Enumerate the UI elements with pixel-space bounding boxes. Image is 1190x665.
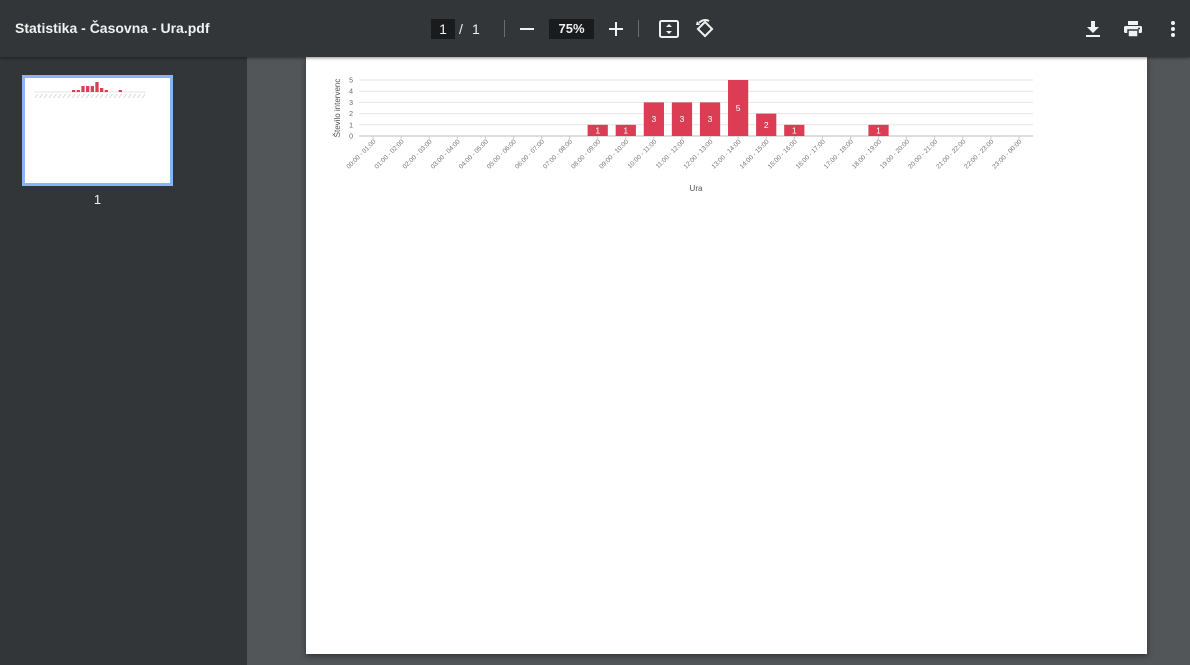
page-total: 1 (472, 21, 480, 37)
thumbnail-tick-label (99, 93, 104, 99)
thumbnail-tick-label (141, 93, 146, 99)
y-tick-label: 4 (349, 89, 353, 96)
thumbnail-tick-label (123, 93, 127, 99)
thumbnail-tick-label (71, 93, 76, 99)
thumbnail-tick-label (39, 93, 43, 99)
thumbnail-tick-label (132, 93, 137, 99)
thumbnail-tick-label (62, 93, 67, 99)
bar-value-label: 1 (623, 125, 628, 135)
toolbar-divider (504, 20, 505, 37)
toolbar-divider (638, 20, 639, 37)
bar-value-label: 3 (652, 114, 657, 124)
thumbnail-bar (100, 88, 104, 92)
fit-to-page-icon (659, 20, 679, 38)
thumbnail-tick-label (67, 93, 71, 99)
download-button[interactable] (1081, 17, 1105, 41)
bar-value-label: 1 (595, 125, 600, 135)
more-actions-button[interactable] (1161, 17, 1185, 41)
thumbnail-tick-label (53, 93, 57, 99)
bar-value-label: 2 (764, 120, 769, 130)
thumbnail-bar (81, 86, 85, 92)
pdf-page: 0 1 2 3 4 5 Število intervenc 00:00 - 01:00 01:0… (306, 57, 1147, 654)
page-separator: / (459, 21, 463, 37)
page-thumbnail[interactable] (22, 75, 173, 186)
x-axis-label: Ura (690, 184, 703, 193)
thumbnail-sidebar: 1 (0, 57, 247, 665)
thumbnail-tick-label (57, 93, 62, 99)
y-tick-label: 0 (349, 134, 353, 141)
thumbnail-tick-label (127, 93, 132, 99)
thumbnail-tick-label (48, 93, 53, 99)
minus-icon (520, 28, 534, 30)
bar-value-label: 3 (708, 114, 713, 124)
thumbnail-tick-label (90, 93, 95, 99)
bar-value-label: 1 (792, 125, 797, 135)
rotate-counterclockwise-icon (696, 19, 714, 38)
thumbnail-bar (90, 86, 94, 92)
thumbnail-tick-label (43, 93, 48, 99)
rotate-button[interactable] (693, 17, 717, 41)
thumbnail-tick-label (113, 93, 118, 99)
thumbnail-tick-label (76, 93, 81, 99)
document-title: Statistika - Časovna - Ura.pdf (15, 20, 210, 36)
bar-value-label: 5 (736, 103, 741, 113)
page-number-input[interactable]: 1 (431, 19, 455, 39)
print-button[interactable] (1121, 17, 1145, 41)
y-tick-label: 3 (349, 100, 353, 107)
zoom-level-input[interactable]: 75% (549, 19, 594, 39)
bar-chart: 012345Število intervenc00:00 - 01:0001:0… (333, 78, 1033, 193)
bar-value-label: 1 (876, 125, 881, 135)
thumbnail-bar (86, 86, 90, 92)
thumbnail-preview (34, 82, 146, 99)
plus-icon (609, 22, 623, 36)
more-vertical-icon (1171, 21, 1175, 37)
thumbnail-tick-label (34, 93, 39, 99)
bar-value-label: 3 (680, 114, 685, 124)
y-tick-label: 2 (349, 111, 353, 118)
thumbnail-tick-label (137, 93, 141, 99)
fit-page-button[interactable] (657, 17, 681, 41)
thumbnail-bar (72, 90, 76, 92)
y-tick-label: 1 (349, 122, 353, 129)
viewer-toolbar: Statistika - Časovna - Ura.pdf 1 / 1 75% (0, 0, 1190, 57)
x-tick-label: 09:00 - 10:00 (598, 138, 630, 170)
x-tick-label: 23:00 - 00:00 (991, 138, 1023, 170)
download-icon (1086, 21, 1100, 37)
thumbnail-bar (76, 90, 80, 92)
thumbnail-bar (95, 82, 99, 92)
zoom-in-button[interactable] (604, 17, 628, 41)
thumbnail-tick-label (109, 93, 113, 99)
thumbnail-bar (118, 90, 122, 92)
thumbnail-tick-label (118, 93, 123, 99)
thumbnail-tick-label (95, 93, 99, 99)
y-tick-label: 5 (349, 78, 353, 85)
thumbnail-tick-label (104, 93, 109, 99)
zoom-out-button[interactable] (515, 17, 539, 41)
thumbnail-tick-label (81, 93, 85, 99)
thumbnail-page-number: 1 (93, 192, 102, 207)
y-axis-label: Število intervenc (333, 79, 342, 138)
print-icon (1124, 21, 1142, 37)
thumbnail-bar (104, 90, 108, 92)
thumbnail-tick-label (85, 93, 90, 99)
